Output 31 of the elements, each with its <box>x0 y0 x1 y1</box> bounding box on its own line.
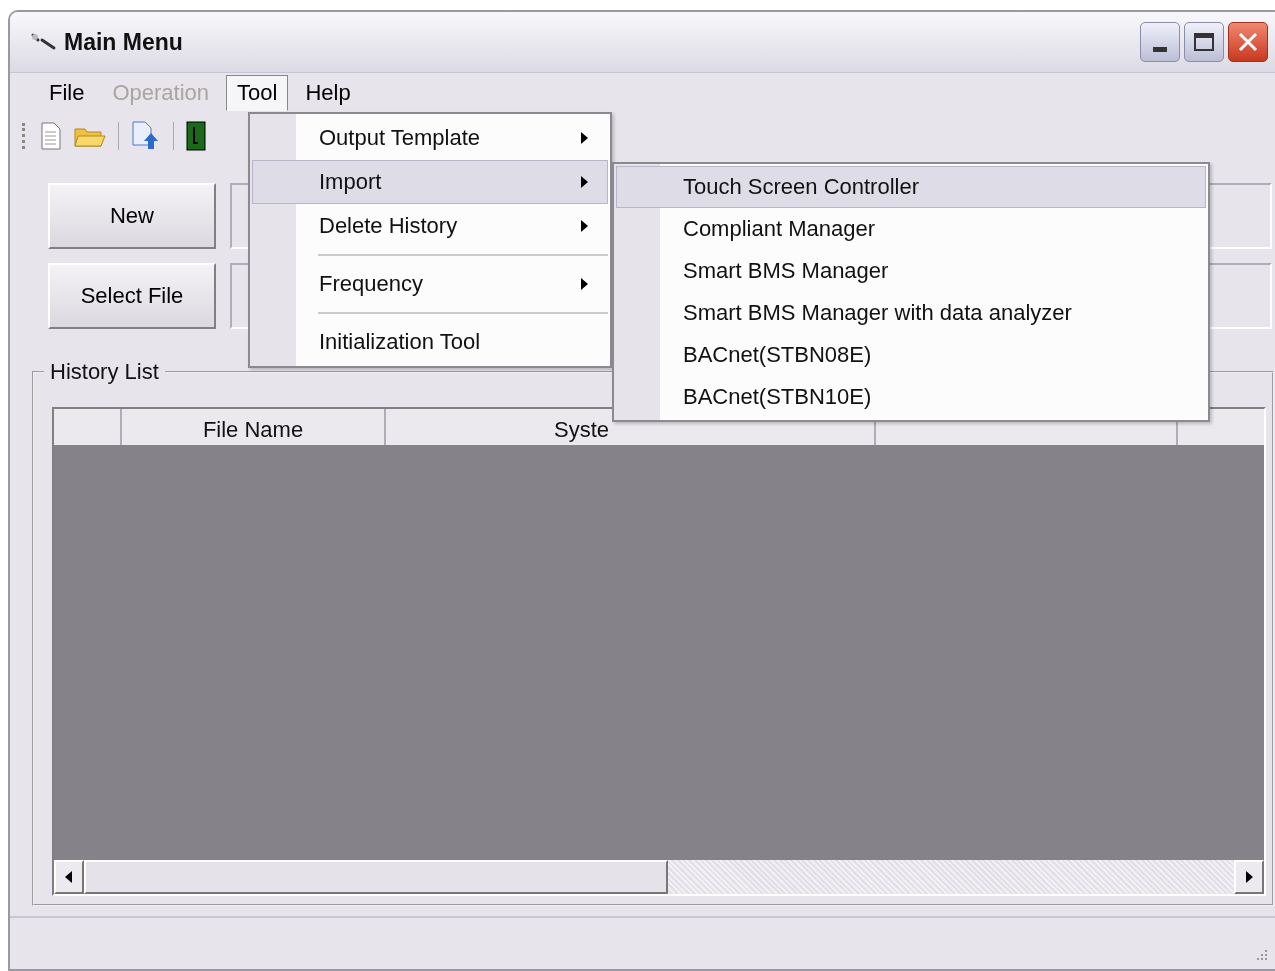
upload-document-icon[interactable] <box>131 121 161 151</box>
menu-item[interactable]: Delete History <box>252 204 608 248</box>
menu-item[interactable]: Smart BMS Manager <box>616 250 1206 292</box>
close-button[interactable] <box>1228 22 1268 62</box>
menu-item[interactable]: Compliant Manager <box>616 208 1206 250</box>
menu-item[interactable]: BACnet(STBN08E) <box>616 334 1206 376</box>
column-header[interactable]: Syste <box>554 417 610 443</box>
close-icon <box>1237 31 1259 53</box>
minimize-button[interactable] <box>1140 22 1180 62</box>
action-button[interactable]: New <box>48 183 216 249</box>
menu-item[interactable]: Smart BMS Manager with data analyzer <box>616 292 1206 334</box>
menu-item[interactable]: Import <box>252 160 608 204</box>
column-header[interactable]: File Name <box>202 417 304 443</box>
menu-item[interactable]: BACnet(STBN10E) <box>616 376 1206 418</box>
menu-item[interactable]: File <box>38 75 96 111</box>
window-title: Main Menu <box>64 28 183 56</box>
menu-item[interactable]: Frequency <box>252 262 608 306</box>
scroll-thumb[interactable] <box>84 860 668 894</box>
action-button[interactable]: Select File <box>48 263 216 329</box>
menu-item[interactable]: Output Template <box>252 116 608 160</box>
horizontal-scrollbar[interactable] <box>54 860 1264 894</box>
wrench-icon <box>30 32 58 52</box>
door-icon[interactable] <box>186 121 206 151</box>
menu-item[interactable]: Initialization Tool <box>252 320 608 364</box>
maximize-button[interactable] <box>1184 22 1224 62</box>
menu-item[interactable]: Help <box>294 75 362 111</box>
maximize-icon <box>1194 33 1214 51</box>
menu-item[interactable]: Tool <box>226 75 289 111</box>
minimize-icon <box>1153 46 1167 52</box>
menu-item[interactable]: Touch Screen Controller <box>616 166 1206 208</box>
resize-grip-icon[interactable] <box>1256 949 1268 961</box>
